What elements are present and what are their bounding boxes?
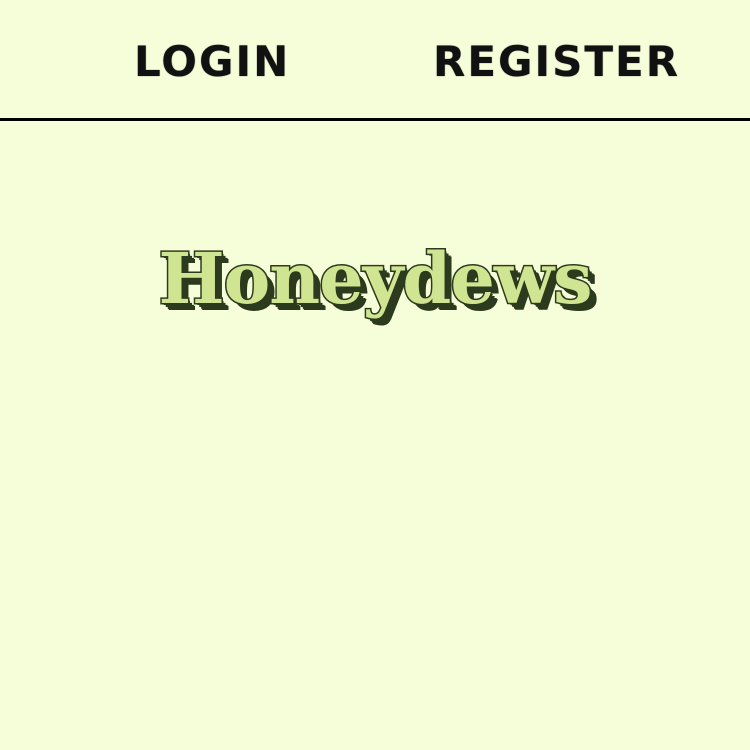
brand-title: Honeydews xyxy=(157,235,594,321)
top-navigation-bar: LOGIN REGISTER xyxy=(0,0,750,121)
register-link[interactable]: REGISTER xyxy=(433,34,680,90)
login-link[interactable]: LOGIN xyxy=(134,34,290,90)
